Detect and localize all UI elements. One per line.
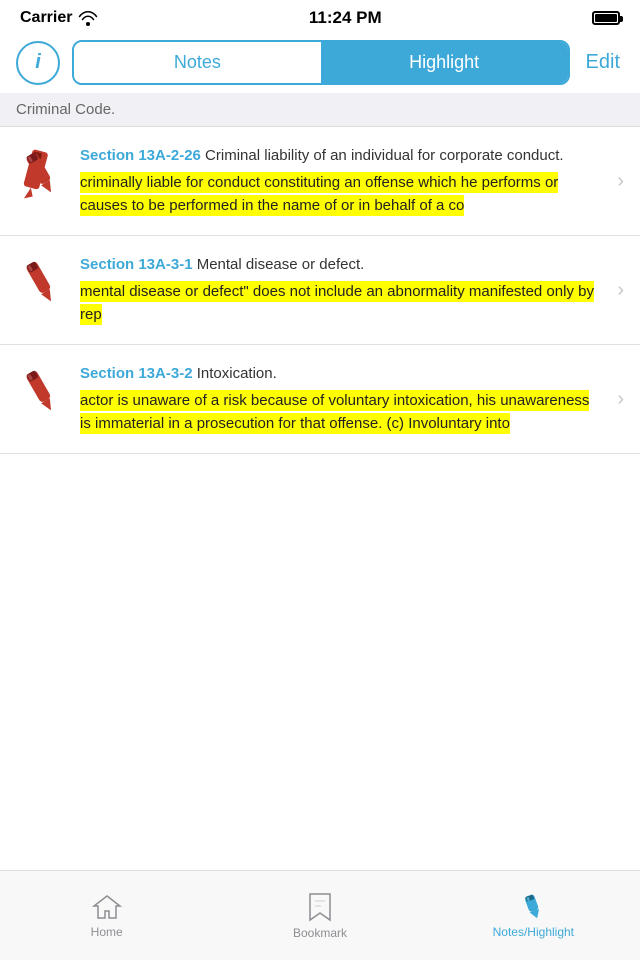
list-item[interactable]: Section 13A-3-2 Intoxication. actor is u… [0, 345, 640, 454]
notes-tab[interactable]: Notes [74, 42, 321, 83]
list-item[interactable]: Section 13A-3-1 Mental disease or defect… [0, 236, 640, 345]
wifi-icon [78, 10, 98, 26]
battery-icon [592, 11, 620, 25]
info-icon: i [35, 51, 41, 74]
status-right [592, 11, 620, 25]
item-content-1: Section 13A-2-26 Criminal liability of a… [80, 145, 603, 217]
chevron-icon-3: › [617, 388, 624, 411]
section-desc-3: Intoxication. [193, 365, 277, 382]
section-desc-2: Mental disease or defect. [193, 256, 365, 273]
notes-highlight-icon [517, 893, 549, 921]
highlight-text-1: criminally liable for conduct constituti… [80, 172, 558, 216]
item-title-2: Section 13A-3-1 Mental disease or defect… [80, 254, 603, 275]
tab-notes-highlight-label: Notes/Highlight [493, 925, 574, 939]
tab-home-label: Home [91, 925, 123, 939]
status-bar: Carrier 11:24 PM [0, 0, 640, 32]
edit-button[interactable]: Edit [582, 51, 624, 74]
status-left: Carrier [20, 9, 98, 27]
home-icon [92, 893, 122, 921]
item-title-1: Section 13A-2-26 Criminal liability of a… [80, 145, 603, 166]
tab-bookmark[interactable]: Bookmark [213, 884, 426, 948]
chevron-icon-1: › [617, 170, 624, 193]
carrier-text: Carrier [20, 9, 72, 27]
items-list: Section 13A-2-26 Criminal liability of a… [0, 127, 640, 454]
section-header: Criminal Code. [0, 93, 640, 127]
toggle-group: Notes Highlight [72, 40, 570, 85]
section-number-2: Section 13A-3-1 [80, 256, 193, 273]
section-desc-1: Criminal liability of an individual for … [201, 147, 564, 164]
bookmark-icon [307, 892, 333, 922]
tab-bookmark-label: Bookmark [293, 926, 347, 940]
item-title-3: Section 13A-3-2 Intoxication. [80, 363, 603, 384]
chevron-icon-2: › [617, 279, 624, 302]
section-number-3: Section 13A-3-2 [80, 365, 193, 382]
marker-icon-2 [16, 254, 66, 314]
highlight-tab[interactable]: Highlight [321, 42, 568, 83]
highlight-text-3: actor is unaware of a risk because of vo… [80, 390, 589, 434]
item-content-3: Section 13A-3-2 Intoxication. actor is u… [80, 363, 603, 435]
section-header-text: Criminal Code. [16, 101, 115, 118]
item-content-2: Section 13A-3-1 Mental disease or defect… [80, 254, 603, 326]
info-button[interactable]: i [16, 41, 60, 85]
marker-icon-1 [16, 145, 66, 205]
tab-notes-highlight[interactable]: Notes/Highlight [427, 885, 640, 947]
highlight-text-2: mental disease or defect" does not inclu… [80, 281, 594, 325]
list-item[interactable]: Section 13A-2-26 Criminal liability of a… [0, 127, 640, 236]
marker-icon-3 [16, 363, 66, 423]
tab-bar: Home Bookmark Notes/Highlight [0, 870, 640, 960]
section-number-1: Section 13A-2-26 [80, 147, 201, 164]
tab-home[interactable]: Home [0, 885, 213, 947]
status-time: 11:24 PM [309, 8, 382, 28]
header: i Notes Highlight Edit [0, 32, 640, 93]
